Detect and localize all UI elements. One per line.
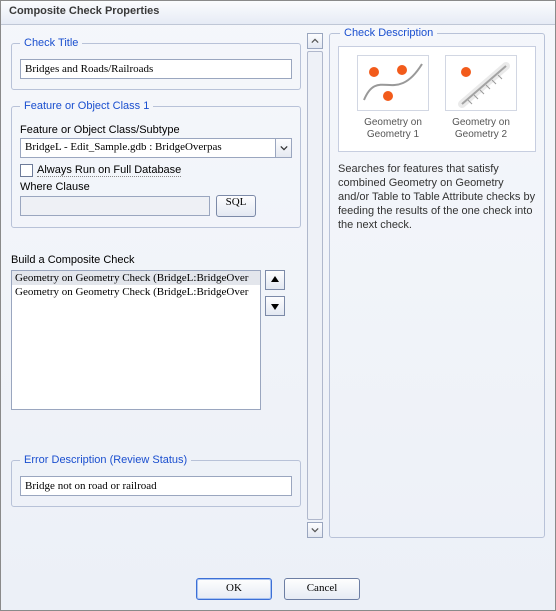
subtype-dropdown-button[interactable] <box>276 138 292 158</box>
always-run-label: Always Run on Full Database <box>37 164 181 177</box>
thumbnails-panel: Geometry on Geometry 1 <box>338 46 536 152</box>
ok-button[interactable]: OK <box>196 578 272 600</box>
left-column: Check Title Feature or Object Class 1 Fe… <box>11 33 301 538</box>
check-description-group: Check Description Geom <box>329 33 545 538</box>
sql-button[interactable]: SQL <box>216 195 256 217</box>
scroll-down-button[interactable] <box>307 522 323 538</box>
thumbnail-1[interactable]: Geometry on Geometry 1 <box>354 55 432 141</box>
button-bar: OK Cancel <box>1 578 555 600</box>
where-clause-input[interactable] <box>20 196 210 216</box>
check-title-group: Check Title <box>11 37 301 90</box>
description-text: Searches for features that satisfy combi… <box>338 162 536 232</box>
thumbnail-2-label: Geometry on Geometry 2 <box>442 117 520 141</box>
dialog-window: Composite Check Properties Check Title F… <box>0 0 556 611</box>
thumbnail-2[interactable]: Geometry on Geometry 2 <box>442 55 520 141</box>
where-clause-label: Where Clause <box>20 181 292 193</box>
arrow-down-icon <box>270 301 280 311</box>
feature-class-legend: Feature or Object Class 1 <box>20 100 153 112</box>
client-area: Check Title Feature or Object Class 1 Fe… <box>1 25 555 610</box>
always-run-checkbox[interactable] <box>20 164 33 177</box>
check-title-input[interactable] <box>20 59 292 79</box>
scrollbar[interactable] <box>307 33 323 538</box>
scroll-up-button[interactable] <box>307 33 323 49</box>
move-down-button[interactable] <box>265 296 285 316</box>
geometry-thumbnail-icon <box>357 55 429 111</box>
geometry-thumbnail-icon <box>445 55 517 111</box>
scroll-track[interactable] <box>307 51 323 520</box>
check-title-legend: Check Title <box>20 37 82 49</box>
cancel-button[interactable]: Cancel <box>284 578 360 600</box>
chevron-down-icon <box>280 144 288 152</box>
chevron-up-icon <box>311 37 319 45</box>
subtype-dropdown[interactable]: BridgeL - Edit_Sample.gdb : BridgeOverpa… <box>20 138 276 158</box>
list-item[interactable]: Geometry on Geometry Check (BridgeL:Brid… <box>12 285 260 299</box>
right-column: Check Description Geom <box>329 33 545 538</box>
arrow-up-icon <box>270 275 280 285</box>
error-description-legend: Error Description (Review Status) <box>20 454 191 466</box>
window-title: Composite Check Properties <box>1 1 555 25</box>
feature-class-group: Feature or Object Class 1 Feature or Obj… <box>11 100 301 228</box>
error-description-group: Error Description (Review Status) <box>11 454 301 507</box>
composite-listbox[interactable]: Geometry on Geometry Check (BridgeL:Brid… <box>11 270 261 410</box>
error-description-input[interactable] <box>20 476 292 496</box>
check-description-legend: Check Description <box>340 27 437 39</box>
list-item[interactable]: Geometry on Geometry Check (BridgeL:Brid… <box>12 271 260 285</box>
move-up-button[interactable] <box>265 270 285 290</box>
thumbnail-1-label: Geometry on Geometry 1 <box>354 117 432 141</box>
subtype-label: Feature or Object Class/Subtype <box>20 124 292 136</box>
chevron-down-icon <box>311 526 319 534</box>
composite-label: Build a Composite Check <box>11 254 301 266</box>
